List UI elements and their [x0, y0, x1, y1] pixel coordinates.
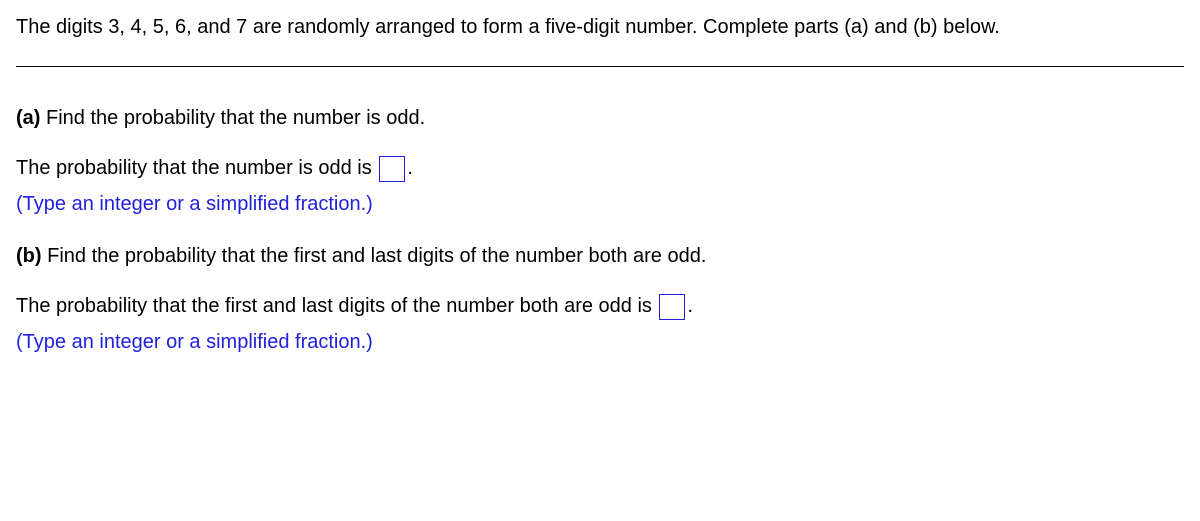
- part-a-hint: (Type an integer or a simplified fractio…: [16, 189, 1184, 219]
- problem-intro: The digits 3, 4, 5, 6, and 7 are randoml…: [16, 12, 1184, 42]
- part-a-question-text: Find the probability that the number is …: [40, 107, 425, 129]
- part-b-question-text: Find the probability that the first and …: [42, 245, 707, 267]
- part-b-answer-suffix: .: [687, 295, 693, 317]
- part-a-label: (a): [16, 107, 40, 129]
- part-b-hint: (Type an integer or a simplified fractio…: [16, 327, 1184, 357]
- part-b-answer-prefix: The probability that the first and last …: [16, 295, 657, 317]
- divider: [16, 66, 1184, 67]
- part-b-answer-input[interactable]: [659, 294, 685, 320]
- part-b-answer-line: The probability that the first and last …: [16, 291, 1184, 321]
- part-b-question: (b) Find the probability that the first …: [16, 241, 1184, 271]
- part-a-answer-input[interactable]: [379, 156, 405, 182]
- part-a-question: (a) Find the probability that the number…: [16, 103, 1184, 133]
- part-a-answer-suffix: .: [407, 157, 413, 179]
- part-b-label: (b): [16, 245, 42, 267]
- part-a-answer-line: The probability that the number is odd i…: [16, 153, 1184, 183]
- part-a-answer-prefix: The probability that the number is odd i…: [16, 157, 377, 179]
